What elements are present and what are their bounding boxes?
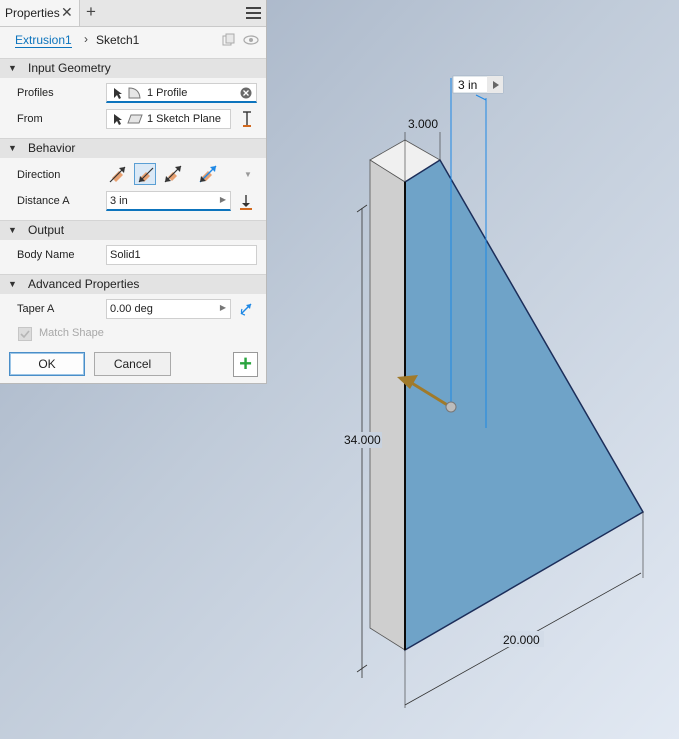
sketch-plane-icon: [127, 114, 143, 124]
section-input-geometry-label: Input Geometry: [28, 61, 111, 75]
close-icon[interactable]: ✕: [61, 4, 73, 21]
collapse-triangle-icon[interactable]: ▼: [8, 225, 17, 235]
section-output[interactable]: ▼ Output: [0, 220, 266, 240]
direction-asymmetric-icon[interactable]: [197, 163, 219, 185]
breadcrumb-extrusion-link[interactable]: Extrusion1: [15, 33, 72, 48]
copy-icon[interactable]: [222, 33, 236, 47]
distance-menu-arrow-icon[interactable]: ▶: [220, 195, 226, 204]
taper-label: Taper A: [17, 303, 55, 315]
tab-bar: Properties ✕ +: [0, 0, 266, 27]
cancel-button[interactable]: Cancel: [94, 352, 171, 376]
extents-icon[interactable]: [240, 110, 254, 128]
hamburger-menu-icon[interactable]: [246, 7, 261, 19]
add-tab-icon[interactable]: +: [86, 2, 96, 22]
ok-button[interactable]: OK: [9, 352, 85, 376]
direction-symmetric-icon[interactable]: [162, 163, 184, 185]
section-advanced-label: Advanced Properties: [28, 277, 140, 291]
match-shape-label: Match Shape: [39, 327, 104, 339]
taper-input[interactable]: 0.00 deg ▶: [106, 299, 231, 319]
profile-icon: [128, 87, 141, 99]
block-side-face: [369, 159, 406, 651]
direction-label: Direction: [17, 169, 61, 181]
collapse-triangle-icon[interactable]: ▼: [8, 143, 17, 153]
add-feature-button[interactable]: +: [233, 352, 258, 377]
body-name-input[interactable]: Solid1: [106, 245, 257, 265]
manipulator-sphere[interactable]: [445, 401, 457, 413]
from-label: From: [17, 113, 43, 125]
taper-menu-arrow-icon[interactable]: ▶: [220, 303, 226, 312]
breadcrumb-current: Sketch1: [96, 33, 140, 47]
from-selector[interactable]: 1 Sketch Plane: [106, 109, 231, 129]
section-output-label: Output: [28, 223, 65, 237]
properties-panel: Properties ✕ + Extrusion1 › Sketch1 ▼ In…: [0, 0, 267, 384]
distance-tag-label[interactable]: 3 in: [458, 78, 477, 92]
profiles-value: 1 Profile: [147, 87, 188, 99]
match-shape-checkbox[interactable]: [18, 327, 32, 341]
collapse-triangle-icon[interactable]: ▼: [8, 279, 17, 289]
direction-dropdown-icon[interactable]: ▼: [244, 170, 252, 179]
from-value: 1 Sketch Plane: [147, 113, 221, 125]
breadcrumb-separator: ›: [84, 32, 88, 46]
measure-distance-icon[interactable]: [238, 193, 254, 211]
section-advanced-properties[interactable]: ▼ Advanced Properties: [0, 274, 266, 294]
flip-taper-icon[interactable]: [238, 301, 254, 317]
taper-value: 0.00 deg: [110, 303, 153, 315]
dim-height-label[interactable]: 34.000: [344, 433, 381, 447]
pointer-icon: [114, 88, 122, 99]
body-name-value: Solid1: [110, 249, 141, 261]
profiles-selector[interactable]: 1 Profile: [106, 83, 257, 103]
body-name-label: Body Name: [17, 249, 75, 261]
profiles-label: Profiles: [17, 87, 54, 99]
dim-top-label[interactable]: 3.000: [408, 117, 438, 131]
collapse-triangle-icon[interactable]: ▼: [8, 63, 17, 73]
direction-flipped-icon[interactable]: [134, 163, 156, 185]
section-behavior[interactable]: ▼ Behavior: [0, 138, 266, 158]
section-behavior-label: Behavior: [28, 141, 76, 155]
distance-label: Distance A: [17, 195, 70, 207]
section-input-geometry[interactable]: ▼ Input Geometry: [0, 58, 266, 78]
distance-input[interactable]: 3 in ▶: [106, 191, 231, 211]
clear-selection-icon[interactable]: [240, 87, 252, 99]
check-icon: [20, 330, 30, 339]
direction-default-icon[interactable]: [107, 163, 129, 185]
tab-properties[interactable]: Properties ✕: [0, 0, 80, 26]
dim-bottom-label[interactable]: 20.000: [503, 633, 540, 647]
pointer-icon: [114, 114, 122, 125]
tab-properties-label: Properties: [5, 6, 60, 20]
eye-icon[interactable]: [243, 33, 259, 47]
distance-value: 3 in: [110, 195, 128, 207]
